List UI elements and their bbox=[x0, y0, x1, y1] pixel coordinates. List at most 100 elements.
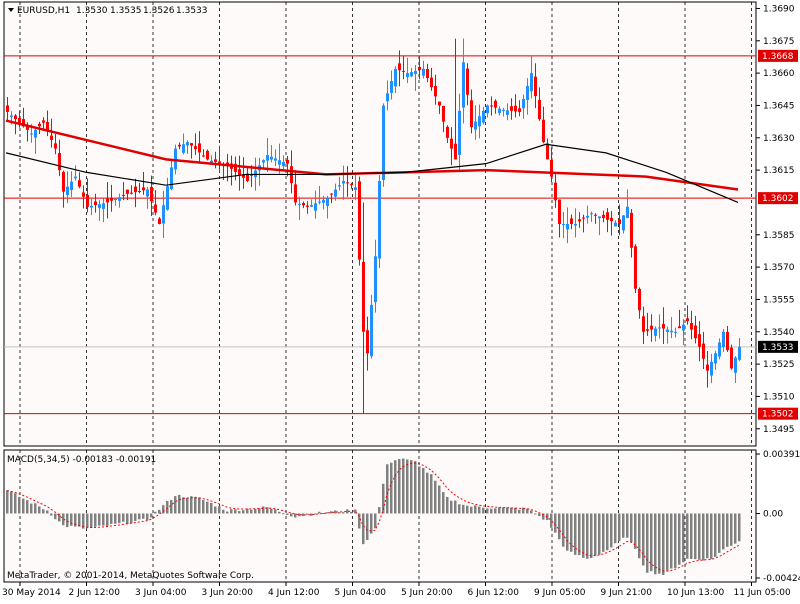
candle-body bbox=[666, 329, 669, 333]
candle-body bbox=[442, 105, 445, 122]
price-level-label: 1.3502 bbox=[762, 410, 794, 420]
macd-histogram-bar bbox=[442, 492, 445, 514]
macd-histogram-bar bbox=[342, 512, 345, 514]
candle-body bbox=[578, 219, 581, 222]
macd-histogram-bar bbox=[306, 513, 309, 515]
candle-body bbox=[458, 110, 461, 155]
macd-histogram-bar bbox=[362, 513, 365, 545]
macd-histogram-bar bbox=[110, 513, 113, 524]
macd-histogram-bar bbox=[102, 513, 105, 526]
copyright-text: MetaTrader, © 2001-2014, MetaQuotes Soft… bbox=[7, 571, 254, 581]
candle-body bbox=[558, 199, 561, 224]
macd-histogram-bar bbox=[198, 497, 201, 514]
candle-body bbox=[350, 184, 353, 186]
candle-body bbox=[114, 198, 117, 201]
macd-histogram-bar bbox=[502, 507, 505, 514]
macd-histogram-bar bbox=[538, 513, 541, 517]
candle-body bbox=[586, 215, 589, 218]
macd-histogram-bar bbox=[334, 510, 337, 514]
price-chart[interactable]: 1.3690 1.3675 1.3660 1.3645 1.3630 1.3615 1.35… bbox=[0, 0, 800, 600]
candle-body bbox=[82, 192, 85, 197]
candle-body bbox=[66, 186, 69, 196]
candle-body bbox=[190, 143, 193, 146]
candle-body bbox=[570, 218, 573, 224]
macd-histogram-bar bbox=[146, 513, 149, 521]
macd-histogram-bar bbox=[446, 496, 449, 514]
macd-histogram-bar bbox=[202, 500, 205, 514]
macd-histogram-bar bbox=[550, 513, 553, 528]
candle-body bbox=[490, 105, 493, 107]
candle-body bbox=[154, 204, 157, 213]
macd-histogram-bar bbox=[242, 510, 245, 514]
candle-body bbox=[146, 189, 149, 197]
candle-body bbox=[594, 214, 597, 216]
candle-body bbox=[602, 214, 605, 219]
candle-body bbox=[550, 159, 553, 177]
candle-body bbox=[430, 77, 433, 88]
candle-body bbox=[598, 216, 601, 219]
macd-histogram-bar bbox=[698, 513, 701, 560]
macd-histogram-bar bbox=[674, 513, 677, 568]
macd-histogram-bar bbox=[586, 513, 589, 559]
candle-body bbox=[562, 224, 565, 225]
macd-histogram-bar bbox=[466, 505, 469, 514]
price-tick-label: 1.3540 bbox=[763, 328, 795, 338]
macd-histogram-bar bbox=[374, 513, 377, 529]
macd-histogram-bar bbox=[734, 513, 737, 544]
candle-body bbox=[702, 343, 705, 359]
macd-histogram-bar bbox=[258, 508, 261, 514]
price-tick-label: 1.3615 bbox=[763, 166, 795, 176]
time-tick-label: 11 Jun 05:00 bbox=[734, 588, 791, 598]
candle-body bbox=[694, 325, 697, 339]
candle-body bbox=[150, 186, 153, 202]
candle-body bbox=[546, 143, 549, 160]
candle[interactable] bbox=[634, 244, 637, 294]
macd-histogram-bar bbox=[282, 513, 285, 515]
macd-histogram-bar bbox=[378, 507, 381, 514]
time-tick-label: 10 Jun 13:00 bbox=[667, 588, 724, 598]
candle-body bbox=[398, 63, 401, 71]
candle-body bbox=[278, 160, 281, 165]
candle[interactable] bbox=[358, 176, 361, 266]
candle-body bbox=[618, 219, 621, 224]
candle-body bbox=[470, 100, 473, 128]
price-tick-label: 1.3510 bbox=[763, 392, 795, 402]
candle-body bbox=[738, 346, 741, 360]
candle-body bbox=[542, 119, 545, 143]
macd-histogram-bar bbox=[562, 513, 565, 547]
candle-body bbox=[330, 193, 333, 195]
macd-histogram-bar bbox=[526, 508, 529, 514]
candle[interactable] bbox=[730, 344, 733, 370]
candle-body bbox=[518, 108, 521, 112]
macd-histogram-bar bbox=[454, 500, 457, 514]
candle-body bbox=[294, 184, 297, 203]
macd-histogram-bar bbox=[338, 512, 341, 514]
candle-body bbox=[182, 144, 185, 153]
macd-histogram-bar bbox=[694, 513, 697, 560]
macd-histogram-bar bbox=[270, 508, 273, 514]
macd-histogram-bar bbox=[178, 494, 181, 514]
candle-body bbox=[646, 329, 649, 331]
macd-histogram-bar bbox=[182, 497, 185, 514]
candle-body bbox=[478, 116, 481, 127]
candle-body bbox=[554, 182, 557, 201]
candle-body bbox=[266, 155, 269, 161]
candle-body bbox=[674, 331, 677, 333]
macd-histogram-bar bbox=[534, 513, 537, 515]
candle-body bbox=[78, 180, 81, 187]
candle-body bbox=[90, 205, 93, 208]
macd-histogram-bar bbox=[150, 513, 153, 518]
candle[interactable] bbox=[378, 175, 381, 269]
macd-histogram-bar bbox=[346, 509, 349, 514]
macd-histogram-bar bbox=[626, 513, 629, 538]
candle-body bbox=[566, 224, 569, 230]
macd-histogram-bar bbox=[6, 490, 9, 514]
candle[interactable] bbox=[382, 103, 385, 187]
macd-histogram-bar bbox=[410, 460, 413, 514]
macd-histogram-bar bbox=[426, 472, 429, 514]
macd-histogram-bar bbox=[310, 513, 313, 516]
macd-histogram-bar bbox=[22, 498, 25, 514]
candle-body bbox=[642, 316, 645, 332]
candle-body bbox=[106, 198, 109, 203]
candle[interactable] bbox=[206, 149, 209, 161]
